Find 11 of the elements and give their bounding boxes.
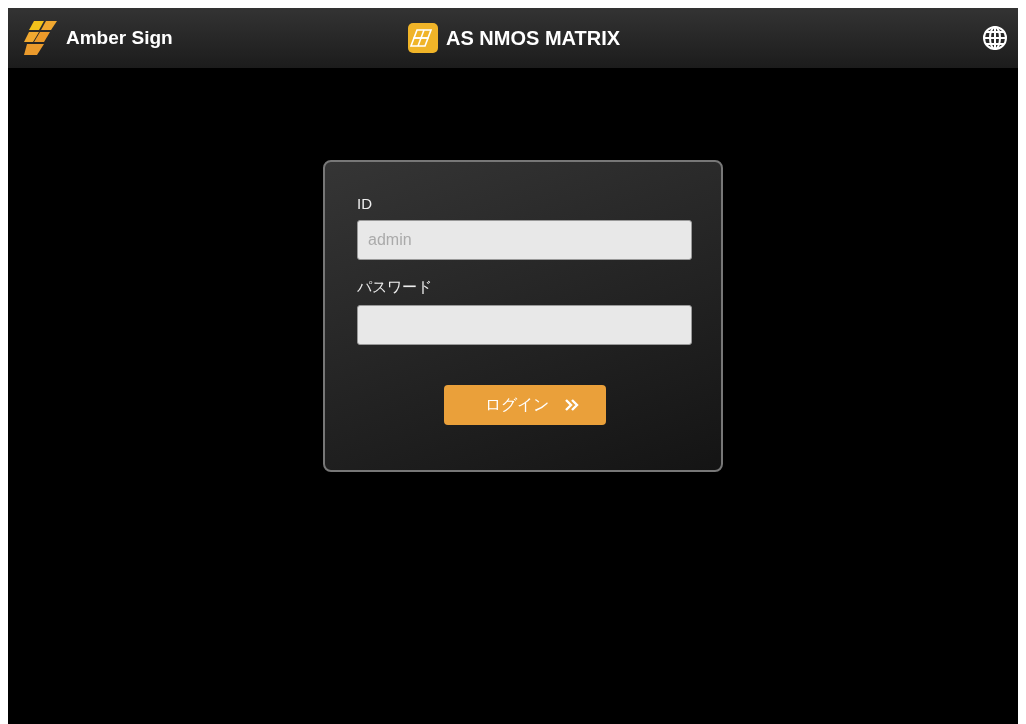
input-field[interactable]: admin <box>357 220 692 260</box>
app-icon <box>408 23 438 53</box>
language-globe-icon[interactable] <box>982 25 1008 51</box>
app-title: AS NMOS MATRIX <box>446 26 621 50</box>
logo-icon <box>24 20 60 56</box>
field-label: ID <box>357 195 372 212</box>
login-button[interactable]: ログイン <box>443 385 606 425</box>
input-field[interactable] <box>357 305 692 345</box>
field-label: パスワード <box>357 278 432 297</box>
brand-name: Amber Sign <box>66 27 173 49</box>
double-chevron-icon <box>564 399 579 411</box>
